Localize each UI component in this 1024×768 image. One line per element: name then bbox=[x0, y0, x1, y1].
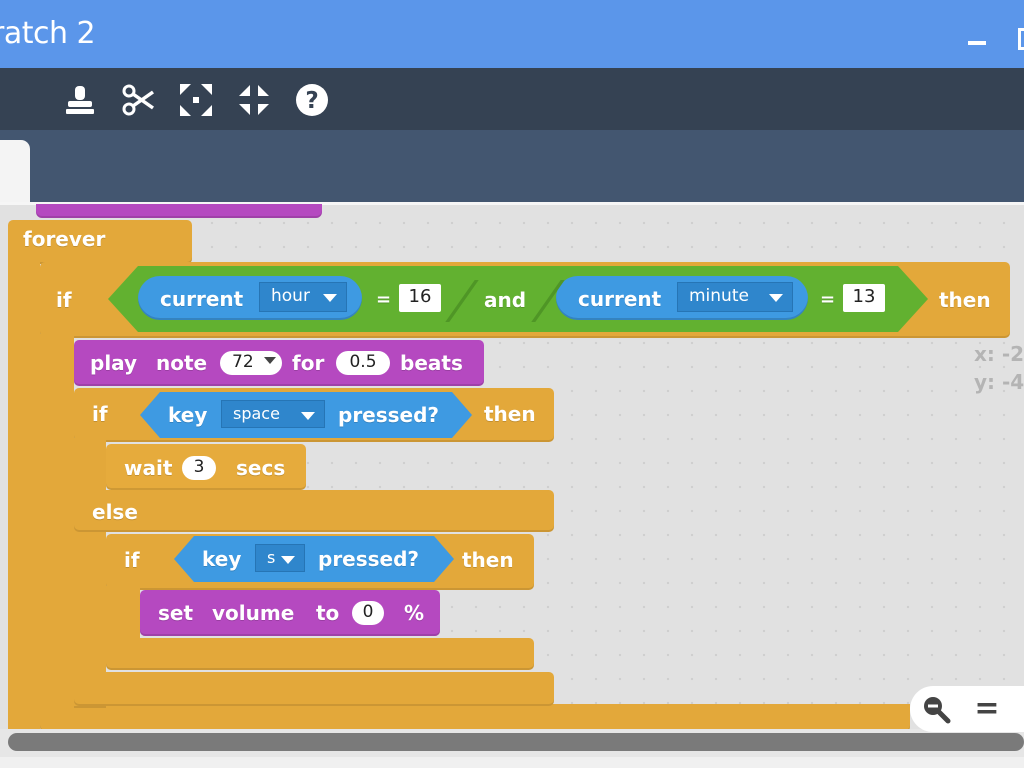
tab-scripts[interactable] bbox=[0, 140, 30, 202]
volume-value-input[interactable]: 0 bbox=[352, 601, 384, 625]
wait-block[interactable]: wait 3 secs bbox=[106, 444, 306, 490]
volume-label: volume bbox=[212, 601, 295, 625]
play-note-block[interactable]: play note 72 for 0.5 beats bbox=[74, 340, 484, 386]
toolbar: ? bbox=[0, 68, 1024, 130]
bottom-strip bbox=[0, 757, 1024, 768]
scissors-icon[interactable] bbox=[118, 80, 158, 120]
outer-if-arm[interactable] bbox=[40, 334, 74, 720]
zoom-reset-button[interactable]: = bbox=[962, 686, 1012, 732]
minute-value-input[interactable]: 13 bbox=[843, 284, 885, 312]
key-label-2: key bbox=[202, 547, 242, 571]
mouse-y-readout: y: -4 bbox=[974, 370, 1024, 394]
minute-dropdown[interactable]: minute bbox=[677, 282, 793, 312]
mouse-coordinates: x: -2 y: -4 bbox=[974, 340, 1024, 396]
beats-value-input[interactable]: 0.5 bbox=[336, 351, 390, 375]
nested-if-label: if bbox=[124, 548, 140, 572]
set-label: set bbox=[158, 601, 194, 625]
for-label: for bbox=[292, 351, 325, 375]
grow-icon[interactable] bbox=[176, 80, 216, 120]
title-bar: ratch 2 bbox=[0, 0, 1024, 68]
minimize-button[interactable] bbox=[962, 22, 992, 52]
nested-then-label: then bbox=[462, 548, 514, 572]
hat-block-partial[interactable] bbox=[36, 204, 322, 218]
outer-if-bottom[interactable] bbox=[40, 704, 910, 732]
else-label: else bbox=[92, 500, 138, 524]
secs-label: secs bbox=[236, 456, 286, 480]
hour-dropdown[interactable]: hour bbox=[259, 282, 347, 312]
hour-value-input[interactable]: 16 bbox=[399, 284, 441, 312]
key-space-dropdown[interactable]: space bbox=[221, 400, 325, 428]
key-s-dropdown[interactable]: s bbox=[255, 544, 305, 572]
beats-label: beats bbox=[400, 351, 463, 375]
else-block[interactable]: else bbox=[74, 490, 554, 532]
and-label: and bbox=[484, 288, 527, 312]
play-label: play bbox=[90, 351, 138, 375]
nested-if-arm[interactable] bbox=[106, 586, 140, 646]
forever-label: forever bbox=[23, 227, 106, 251]
inner-if-arm[interactable] bbox=[74, 438, 106, 708]
inner-if-bottom[interactable] bbox=[74, 672, 554, 706]
forever-arm[interactable] bbox=[8, 250, 40, 768]
maximize-button[interactable] bbox=[1012, 22, 1024, 52]
note-dropdown-arrow-icon[interactable] bbox=[264, 357, 276, 364]
wait-label: wait bbox=[124, 456, 173, 480]
zoom-out-button[interactable] bbox=[910, 686, 962, 732]
tab-row bbox=[0, 130, 1024, 202]
help-icon[interactable]: ? bbox=[292, 80, 332, 120]
equals-label-2: = bbox=[820, 289, 836, 310]
svg-text:?: ? bbox=[305, 88, 318, 114]
to-label: to bbox=[316, 601, 340, 625]
zoom-reset-label: = bbox=[974, 691, 1000, 726]
key-label-1: key bbox=[168, 403, 208, 427]
shrink-icon[interactable] bbox=[234, 80, 274, 120]
inner-if-label: if bbox=[92, 402, 108, 426]
set-volume-block[interactable]: set volume to 0 % bbox=[140, 590, 440, 636]
wait-value-input[interactable]: 3 bbox=[182, 456, 216, 480]
stamp-icon[interactable] bbox=[60, 80, 100, 120]
inner-then-label: then bbox=[484, 402, 536, 426]
outer-then-label: then bbox=[939, 288, 991, 312]
pressed-label-1: pressed? bbox=[338, 403, 440, 427]
nested-if-bottom[interactable] bbox=[106, 638, 534, 670]
mouse-x-readout: x: -2 bbox=[974, 342, 1024, 366]
current-label-2: current bbox=[578, 287, 662, 311]
outer-if-label: if bbox=[56, 288, 72, 312]
horizontal-scrollbar-thumb[interactable] bbox=[8, 733, 1024, 751]
zoom-out-icon bbox=[924, 697, 951, 724]
pressed-label-2: pressed? bbox=[318, 547, 420, 571]
equals-label-1: = bbox=[376, 289, 392, 310]
current-label-1: current bbox=[160, 287, 244, 311]
window-title: ratch 2 bbox=[0, 16, 96, 51]
percent-label: % bbox=[404, 601, 425, 625]
note-label: note bbox=[156, 351, 208, 375]
zoom-in-button[interactable] bbox=[1012, 686, 1024, 732]
